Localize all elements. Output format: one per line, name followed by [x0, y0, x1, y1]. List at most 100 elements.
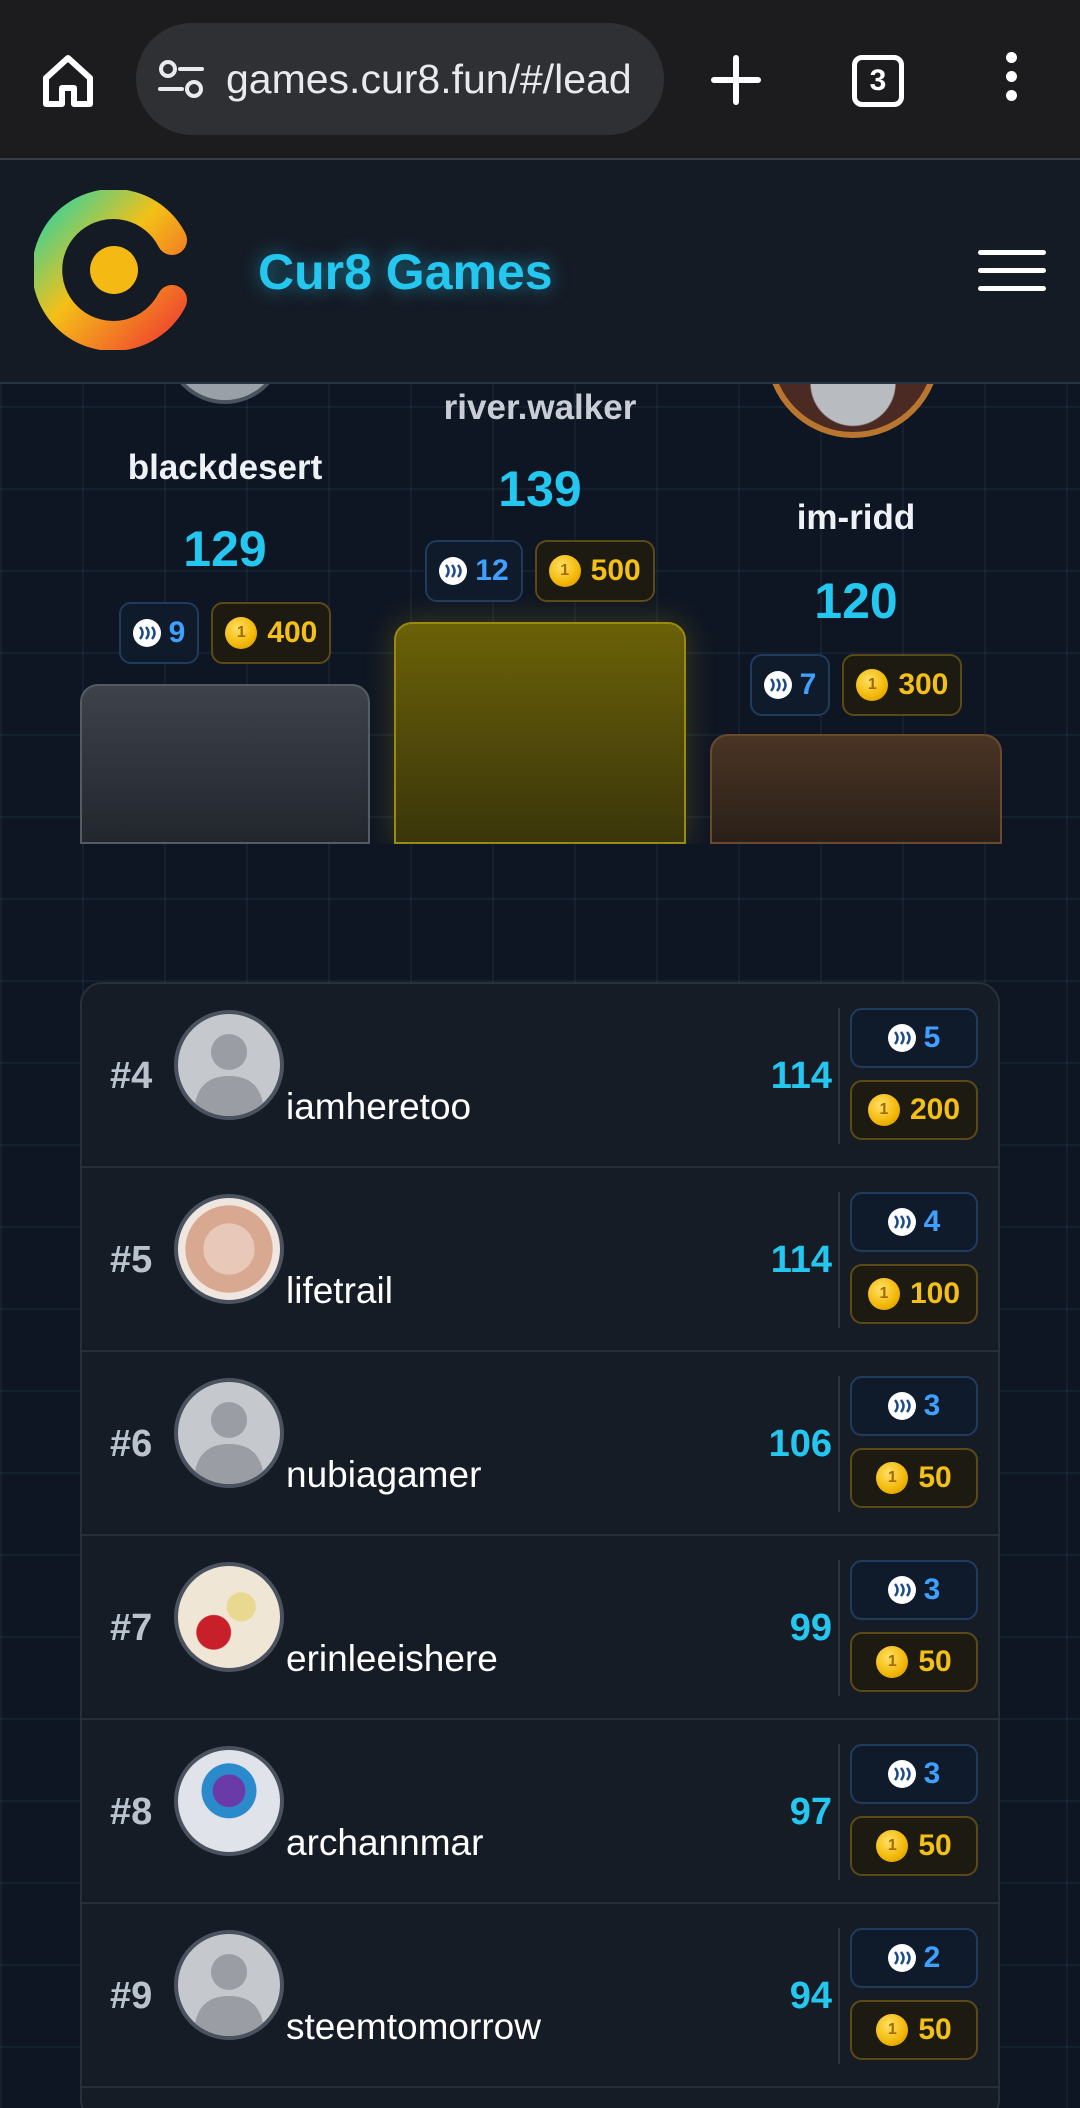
coin-amount: 50	[918, 1829, 952, 1862]
steem-amount: 2	[923, 1941, 941, 1974]
steem-badge: 3	[850, 1376, 978, 1436]
coin-icon: 1	[867, 1094, 900, 1126]
podium-first[interactable]: river.walker 139 12 1 500	[394, 384, 686, 844]
site-info-icon[interactable]	[158, 59, 204, 99]
player-name: lifetrail	[286, 1270, 393, 1311]
home-icon[interactable]	[38, 50, 98, 110]
leaderboard-row[interactable]: #4 iamheretoo 114 5 1 200	[82, 984, 998, 1168]
reward-badges: 5 1 200	[850, 1008, 980, 1152]
steem-badge: 3	[850, 1560, 978, 1620]
address-bar[interactable]: games.cur8.fun/#/lead	[136, 23, 664, 135]
reward-badges: 12 1 500	[394, 540, 686, 602]
coin-badge: 1 50	[850, 1816, 978, 1876]
reward-badges: 9 1 400	[80, 602, 370, 664]
new-tab-icon[interactable]	[708, 52, 764, 108]
hamburger-menu-icon[interactable]	[978, 250, 1046, 292]
coin-icon: 1	[548, 555, 581, 587]
coin-badge: 1 400	[211, 602, 332, 664]
player-score: 129	[183, 521, 267, 577]
divider	[838, 1376, 840, 1512]
player-score: 120	[814, 573, 898, 629]
rank-label: #9	[110, 1975, 153, 2017]
reward-badges: 3 1 50	[850, 1376, 980, 1520]
strawberries-photo-avatar	[174, 1562, 284, 1672]
player-name: im-ridd	[796, 498, 916, 537]
player-name: steemtomorrow	[286, 2006, 541, 2047]
site-header: Cur8 Games	[0, 160, 1080, 384]
coin-icon: 1	[876, 2014, 909, 2046]
steem-amount: 5	[923, 1021, 941, 1054]
coin-amount: 50	[918, 1461, 952, 1494]
coin-badge: 1 200	[850, 1080, 978, 1140]
avatar	[766, 384, 940, 438]
steem-icon	[887, 1392, 916, 1420]
player-score: 97	[789, 1791, 832, 1833]
steem-badge: 2	[850, 1928, 978, 1988]
divider	[838, 1744, 840, 1880]
rank-label: #7	[110, 1607, 153, 1649]
steem-amount: 9	[168, 616, 186, 649]
leaderboard-row[interactable]: #6 nubiagamer 106 3 1 50	[82, 1352, 998, 1536]
pedestal-second	[80, 684, 370, 844]
coin-badge: 1 300	[842, 654, 963, 716]
steem-badge: 4	[850, 1192, 978, 1252]
player-name: nubiagamer	[286, 1454, 482, 1495]
podium-third[interactable]: im-ridd 120 7 1 300	[710, 384, 1002, 844]
coin-amount: 300	[898, 668, 949, 701]
rank-label: #4	[110, 1055, 153, 1097]
leaderboard-row[interactable]: #7 erinleeishere 99 3 1 50	[82, 1536, 998, 1720]
coin-icon: 1	[876, 1462, 909, 1494]
steem-amount: 3	[923, 1757, 941, 1790]
player-name: iamheretoo	[286, 1086, 472, 1127]
pedestal-third	[710, 734, 1002, 844]
player-score: 106	[768, 1423, 832, 1465]
steem-amount: 7	[799, 668, 817, 701]
steem-badge: 5	[850, 1008, 978, 1068]
site-title[interactable]: Cur8 Games	[258, 160, 553, 384]
cur8-logo-icon[interactable]	[32, 189, 188, 351]
hands-photo-avatar	[174, 1194, 284, 1304]
podium-second[interactable]: blackdesert 129 9 1 400	[80, 384, 370, 844]
reward-badges: 7 1 300	[710, 654, 1002, 716]
coin-amount: 200	[909, 1093, 961, 1126]
reward-badges: 2 1 50	[850, 1928, 980, 2072]
steem-badge: 3	[850, 1744, 978, 1804]
coin-amount: 50	[918, 2013, 952, 2046]
more-options-icon[interactable]	[996, 52, 1026, 108]
coin-amount: 100	[909, 1277, 961, 1310]
coin-badge: 1 50	[850, 1632, 978, 1692]
coin-icon: 1	[225, 617, 258, 649]
coin-icon: 1	[876, 1830, 909, 1862]
coin-badge: 1 100	[850, 1264, 978, 1324]
player-score: 114	[770, 1239, 832, 1281]
default-avatar-icon	[174, 1010, 284, 1120]
coin-amount: 500	[590, 554, 641, 587]
leaderboard-row[interactable]: #8 archannmar 97 3 1 50	[82, 1720, 998, 1904]
warrior-art-avatar	[174, 1746, 284, 1856]
player-score: 139	[498, 461, 582, 517]
podium: blackdesert 129 9 1 400 river.walker 139…	[0, 384, 1080, 844]
steem-icon	[439, 557, 468, 585]
steem-badge: 12	[425, 540, 523, 602]
coin-badge: 1 50	[850, 1448, 978, 1508]
url-text[interactable]: games.cur8.fun/#/lead	[226, 23, 664, 135]
leaderboard-row[interactable]: #9 steemtomorrow 94 2 1 50	[82, 1904, 998, 2088]
steem-amount: 3	[923, 1573, 941, 1606]
default-avatar-icon	[174, 1378, 284, 1488]
player-score: 99	[789, 1607, 832, 1649]
coin-badge: 1 50	[850, 2000, 978, 2060]
steem-amount: 4	[923, 1205, 941, 1238]
steem-icon	[887, 1760, 916, 1788]
steem-badge: 9	[118, 602, 200, 664]
divider	[838, 1192, 840, 1328]
reward-badges: 3 1 50	[850, 1744, 980, 1888]
player-name: erinleeishere	[286, 1638, 498, 1679]
coin-amount: 50	[918, 1645, 952, 1678]
steem-badge: 7	[749, 654, 831, 716]
steem-icon	[887, 1208, 916, 1236]
divider	[838, 1928, 840, 2064]
reward-badges: 3 1 50	[850, 1560, 980, 1704]
leaderboard-row[interactable]: #5 lifetrail 114 4 1 100	[82, 1168, 998, 1352]
tab-switcher-button[interactable]: 3	[852, 55, 904, 107]
pedestal-first	[394, 622, 686, 844]
